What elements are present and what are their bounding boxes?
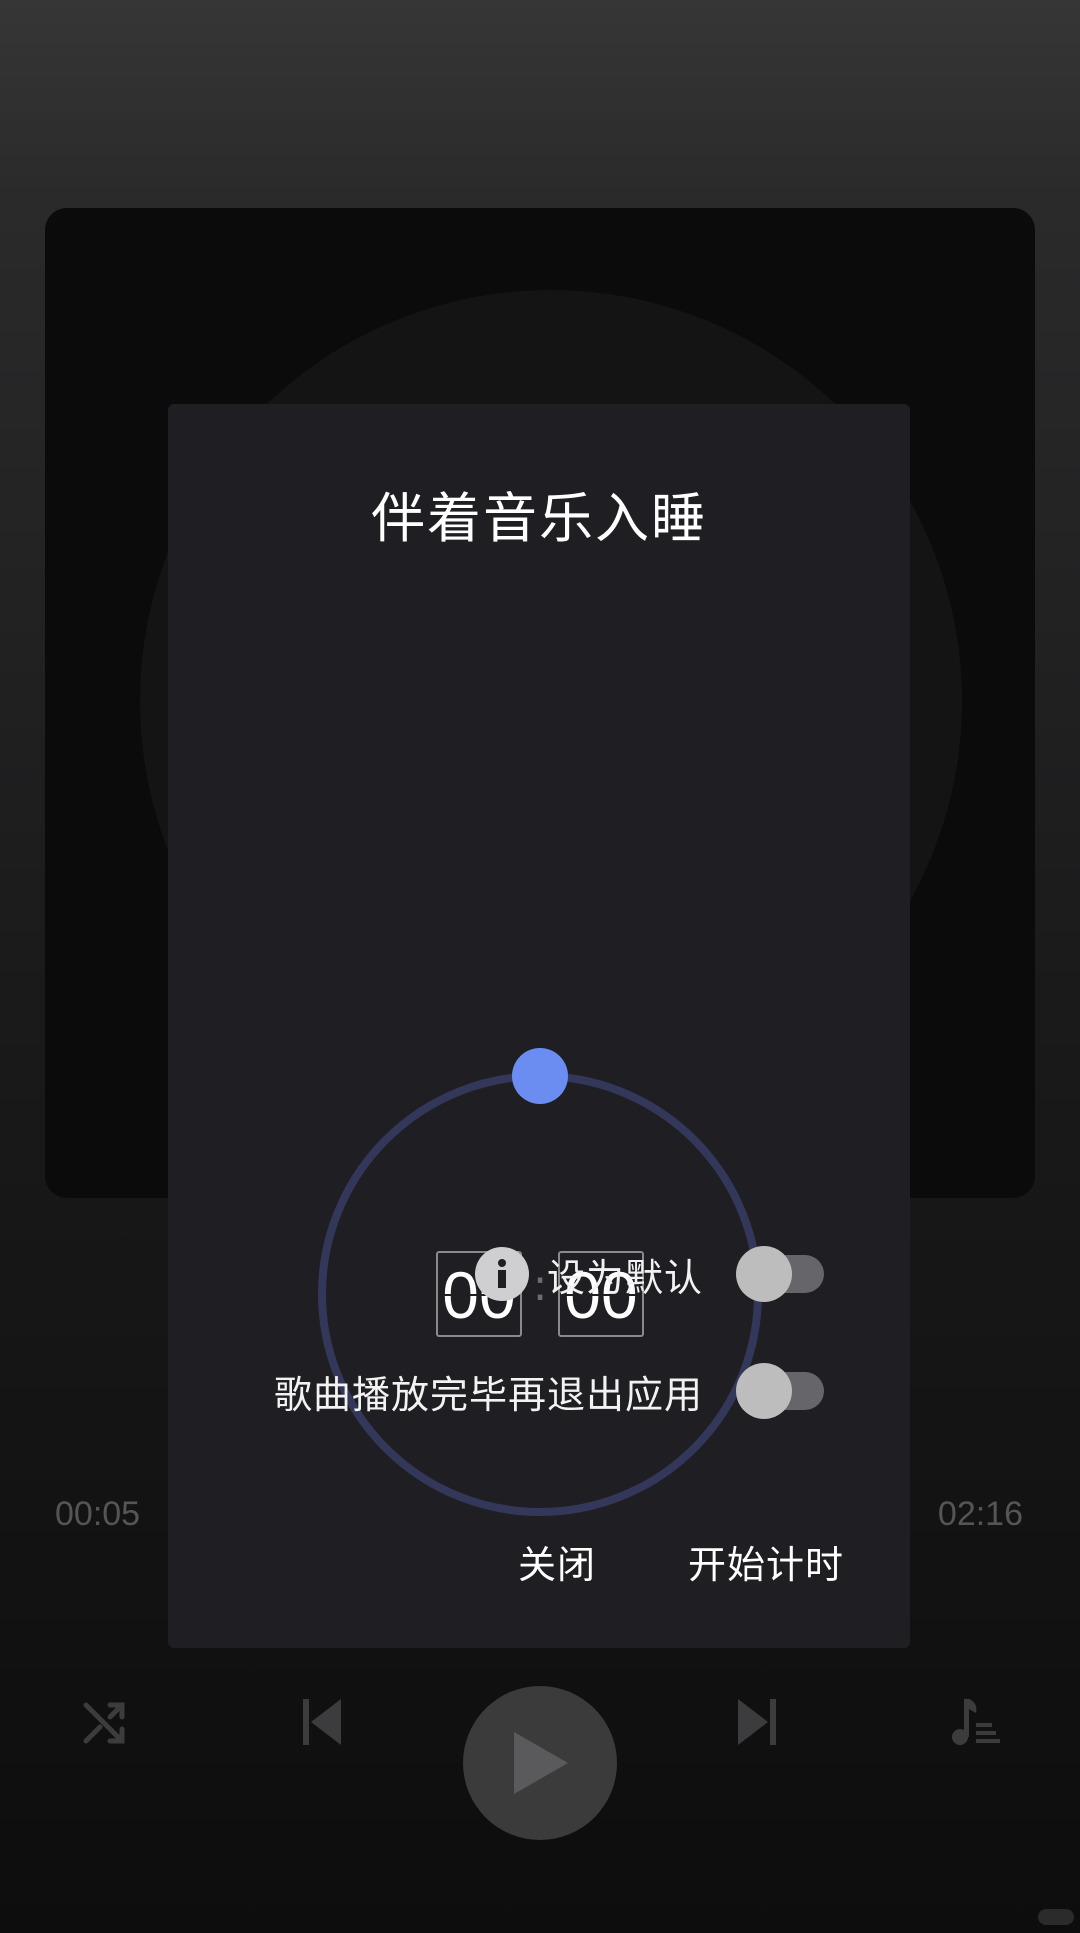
exit-after-song-row: 歌曲播放完毕再退出应用 bbox=[274, 1361, 910, 1421]
sleep-timer-dialog: 伴着音乐入睡 00 : 00 设为默认 歌曲播放完毕再退出应用 关闭 开始计时 bbox=[168, 404, 910, 1648]
playlist-icon bbox=[952, 1699, 1000, 1745]
toggle-thumb bbox=[736, 1246, 792, 1302]
previous-button[interactable] bbox=[283, 1682, 363, 1762]
play-icon bbox=[514, 1732, 568, 1794]
current-time: 00:05 bbox=[55, 1495, 141, 1533]
skip-previous-icon bbox=[303, 1699, 341, 1745]
total-time: 02:16 bbox=[937, 1495, 1023, 1533]
toggle-thumb bbox=[736, 1363, 792, 1419]
play-button[interactable] bbox=[463, 1686, 617, 1840]
start-timer-button[interactable]: 开始计时 bbox=[688, 1534, 844, 1589]
exit-after-song-toggle[interactable] bbox=[736, 1363, 824, 1419]
playlist-button[interactable] bbox=[935, 1682, 1015, 1762]
set-default-toggle[interactable] bbox=[736, 1246, 824, 1302]
shuffle-button[interactable] bbox=[65, 1682, 145, 1762]
close-button[interactable]: 关闭 bbox=[518, 1534, 596, 1589]
skip-next-icon bbox=[738, 1699, 776, 1745]
dial-knob-handle[interactable] bbox=[512, 1048, 568, 1104]
set-default-label: 设为默认 bbox=[546, 1255, 703, 1300]
dialog-title: 伴着音乐入睡 bbox=[371, 487, 707, 550]
watermark-badge bbox=[1038, 1909, 1074, 1925]
next-button[interactable] bbox=[716, 1682, 796, 1762]
set-default-row: 设为默认 bbox=[474, 1244, 910, 1304]
exit-after-song-label: 歌曲播放完毕再退出应用 bbox=[273, 1372, 703, 1417]
shuffle-icon bbox=[83, 1702, 125, 1744]
info-icon[interactable] bbox=[474, 1247, 529, 1301]
